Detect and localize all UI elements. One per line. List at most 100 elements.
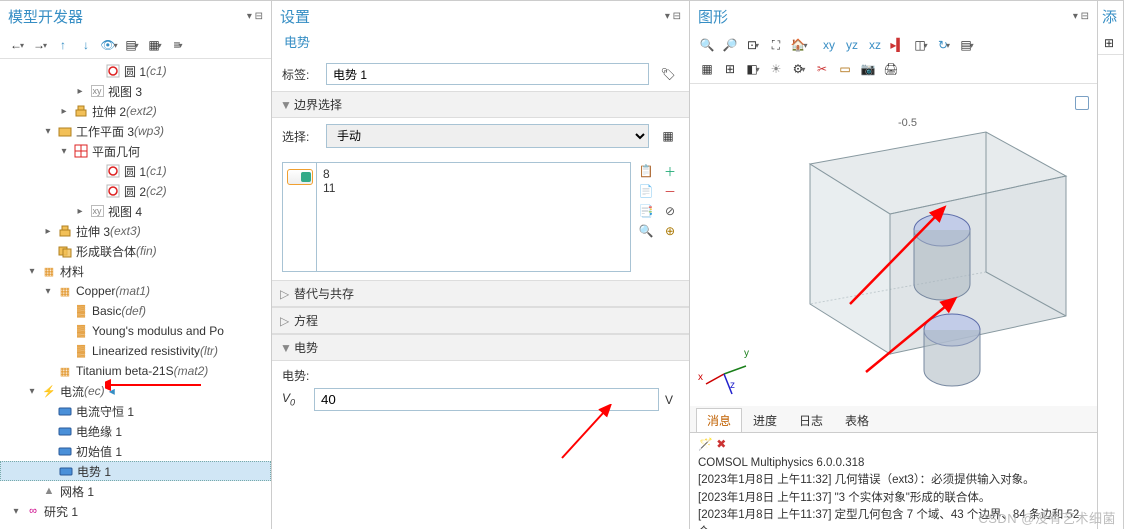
list-item[interactable]: 11 [323, 181, 624, 195]
tree-node[interactable]: ▸拉伸 2 (ext2) [0, 101, 271, 121]
list-item[interactable]: 8 [323, 167, 624, 181]
v0-symbol: V0 [282, 391, 308, 407]
tree-node[interactable]: 圆 2 (c2) [0, 181, 271, 201]
settings-menu-icon[interactable]: ▾ ⊟ [665, 11, 681, 22]
view-go-icon[interactable]: ▸▍ [887, 34, 909, 56]
extra-icon[interactable]: ⊞ [1100, 34, 1118, 52]
model-tree[interactable]: 圆 1 (c1)▸xy视图 3▸拉伸 2 (ext2)▾工作平面 3 (wp3)… [0, 59, 271, 529]
clip-icon[interactable]: ✂ [811, 58, 833, 80]
section-override[interactable]: ▷替代与共存 [272, 280, 689, 307]
list-icon[interactable]: ≡▾ [167, 34, 189, 56]
remove-icon[interactable]: － [661, 182, 679, 200]
tree-node[interactable]: ▸xy视图 4 [0, 201, 271, 221]
node-label: 电绝缘 1 [76, 423, 122, 440]
render-icon[interactable]: ▦ [696, 58, 718, 80]
view-xz-icon[interactable]: xz [864, 34, 886, 56]
transparency-icon[interactable]: ◧▾ [742, 58, 764, 80]
indicator-3d-icon[interactable] [1075, 96, 1089, 110]
zoom-default-icon[interactable]: 🏠▾ [788, 34, 810, 56]
tree-node[interactable]: ▾▦材料 [0, 261, 271, 281]
collapse-icon[interactable]: ▤▾ [121, 34, 143, 56]
orbit-icon[interactable]: ↻▾ [933, 34, 955, 56]
label-input[interactable] [326, 63, 649, 85]
node-label: Copper [76, 284, 115, 298]
phi-icon[interactable]: ⊕ [661, 222, 679, 240]
v0-input[interactable] [314, 388, 659, 411]
nav-fwd-icon[interactable]: →▾ [29, 34, 51, 56]
wand-icon[interactable]: 🪄 [698, 437, 713, 451]
toggle-active-icon[interactable]: ⊘ [661, 202, 679, 220]
node-icon: ⚡ [41, 383, 57, 399]
tree-node[interactable]: 初始值 1 [0, 441, 271, 461]
node-icon [105, 63, 121, 79]
label-tag-icon[interactable]: 🏷 [657, 63, 679, 85]
section-equation[interactable]: ▷方程 [272, 307, 689, 334]
scene-icon[interactable]: ⚙▾ [788, 58, 810, 80]
measure-icon[interactable]: ▭ [834, 58, 856, 80]
clipboard-icon[interactable]: 📑 [637, 202, 655, 220]
nav-down-icon[interactable]: ↓ [75, 34, 97, 56]
tree-node[interactable]: ▓Linearized resistivity (ltr) [0, 341, 271, 361]
node-label: 拉伸 2 [92, 103, 126, 120]
light-icon[interactable]: ☀ [765, 58, 787, 80]
section-potential[interactable]: ▼电势 [272, 334, 689, 361]
tree-node[interactable]: ▓Basic (def) [0, 301, 271, 321]
tab-1[interactable]: 进度 [742, 408, 788, 432]
tree-node[interactable]: ▦Titanium beta-21S (mat2) [0, 361, 271, 381]
zoom-box-icon[interactable]: ⊡▾ [742, 34, 764, 56]
selection-new-icon[interactable]: ▦ [657, 125, 679, 147]
add-icon[interactable]: ＋ [661, 162, 679, 180]
view-store-icon[interactable]: ◫▾ [910, 34, 932, 56]
selection-select[interactable]: 手动 [326, 124, 649, 148]
tree-node[interactable]: ▾⚡电流 (ec) ◂ [0, 381, 271, 401]
tree-node[interactable]: ▸拉伸 3 (ext3) [0, 221, 271, 241]
graphics-canvas[interactable]: -0.5 cm 0 0.5 [690, 84, 1097, 406]
node-icon: ▓ [73, 323, 89, 339]
view-yz-icon[interactable]: yz [841, 34, 863, 56]
tree-node[interactable]: 电流守恒 1 [0, 401, 271, 421]
tree-node[interactable]: 形成联合体 (fin) [0, 241, 271, 261]
paste-icon[interactable]: 📄 [637, 182, 655, 200]
node-suffix: (fin) [136, 244, 157, 258]
show-icon[interactable]: 👁▾ [98, 34, 120, 56]
selection-activate[interactable] [283, 163, 317, 271]
clear-icon[interactable]: ✖ [716, 437, 726, 451]
potential-label: 电势: [282, 369, 309, 383]
zoom-in-icon[interactable]: 🔍 [696, 34, 718, 56]
tab-3[interactable]: 表格 [834, 408, 880, 432]
graphics-menu-icon[interactable]: ▾ ⊟ [1073, 11, 1089, 22]
settings-title: 设置 [280, 6, 310, 27]
selection-list[interactable]: 8 11 [317, 163, 630, 271]
tree-node[interactable]: 圆 1 (c1) [0, 61, 271, 81]
nav-up-icon[interactable]: ↑ [52, 34, 74, 56]
zoom-out-icon[interactable]: 🔎 [719, 34, 741, 56]
zoom-extents-icon[interactable]: ⛶ [765, 34, 787, 56]
copy-icon[interactable]: 📋 [637, 162, 655, 180]
tree-node[interactable]: 圆 1 (c1) [0, 161, 271, 181]
tree-node[interactable]: ▾▦Copper (mat1) [0, 281, 271, 301]
tree-node[interactable]: 电势 1 [0, 461, 271, 481]
wireframe-icon[interactable]: ⊞ [719, 58, 741, 80]
tree-node[interactable]: ▲网格 1 [0, 481, 271, 501]
node-suffix: (c1) [146, 64, 167, 78]
tree-node[interactable]: ▸xy视图 3 [0, 81, 271, 101]
nav-back-icon[interactable]: ←▾ [6, 34, 28, 56]
builder-menu-icon[interactable]: ▾ ⊟ [247, 11, 263, 22]
tree-node[interactable]: ▾工作平面 3 (wp3) [0, 121, 271, 141]
expand-icon[interactable]: ▦▾ [144, 34, 166, 56]
zoom-sel-icon[interactable]: 🔍 [637, 222, 655, 240]
section-boundary[interactable]: ▼边界选择 [272, 91, 689, 118]
snapshot-icon[interactable]: 📷 [857, 58, 879, 80]
tree-node[interactable]: ▾平面几何 [0, 141, 271, 161]
print-icon[interactable]: 🖨 [880, 58, 902, 80]
graphics-more-icon[interactable]: ▤▾ [956, 34, 978, 56]
node-label: 圆 1 [124, 63, 146, 80]
tab-0[interactable]: 消息 [696, 408, 742, 432]
builder-toolbar: ←▾ →▾ ↑ ↓ 👁▾ ▤▾ ▦▾ ≡▾ [0, 32, 271, 59]
view-xy-icon[interactable]: xy [818, 34, 840, 56]
tab-2[interactable]: 日志 [788, 408, 834, 432]
node-label: 工作平面 3 [76, 123, 134, 140]
tree-node[interactable]: ▾∞研究 1 [0, 501, 271, 521]
tree-node[interactable]: ▓Young's modulus and Po [0, 321, 271, 341]
tree-node[interactable]: 电绝缘 1 [0, 421, 271, 441]
